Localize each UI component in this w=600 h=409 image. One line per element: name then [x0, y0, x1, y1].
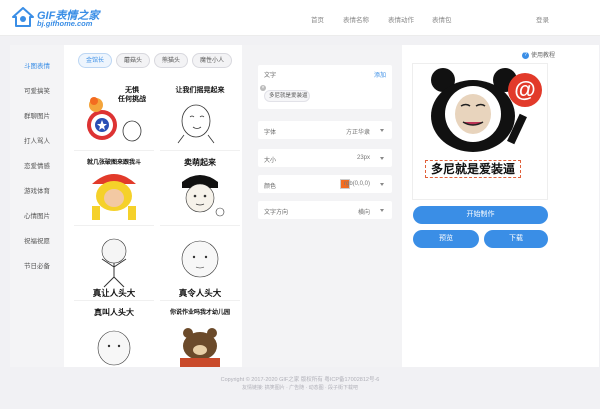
- chevron-down-icon[interactable]: [380, 157, 384, 160]
- color-label: 颜色: [264, 184, 277, 190]
- tab-panda-head[interactable]: 熊猫头: [154, 53, 188, 68]
- template-grid: 无惧 任何挑战 让我们摇晃起来 就几张破图来跟我斗 卖萌起来 真让人头大 真令人…: [74, 79, 244, 367]
- meme-template-5[interactable]: 真让人头大: [74, 229, 154, 301]
- egg-head-meme-image: [97, 330, 131, 366]
- nav-home[interactable]: 首页: [311, 14, 324, 24]
- site-header: GIF表情之家 bj.gifhome.com 首页 表情名称 表情动作 表情包 …: [0, 0, 600, 36]
- meme-template-7[interactable]: 真叫人头大: [74, 304, 154, 367]
- help-icon: ?: [521, 51, 529, 59]
- meme-template-6[interactable]: 真令人头大: [160, 229, 240, 301]
- text-label: 文字: [264, 73, 277, 79]
- house-logo-icon: [12, 7, 34, 27]
- meme-template-4[interactable]: 卖萌起来: [160, 154, 240, 226]
- color-row: 颜色 rgb(0,0,0): [258, 175, 392, 193]
- bear-meme-image: [180, 328, 220, 367]
- text-input[interactable]: 多尼就是爱装逼: [264, 90, 310, 102]
- preview-caption[interactable]: 多尼就是爱装逼: [425, 160, 521, 178]
- tab-mushroom-head[interactable]: 蘑菇头: [116, 53, 150, 68]
- nav-expression-action[interactable]: 表情动作: [388, 14, 414, 24]
- category-item-hit-scold[interactable]: 打人骂人: [10, 135, 64, 149]
- meme-template-1[interactable]: 无惧 任何挑战: [74, 79, 154, 151]
- help-link[interactable]: ? 使用教程: [521, 50, 555, 59]
- direction-label: 文字方向: [264, 210, 289, 216]
- chevron-down-icon[interactable]: [380, 183, 384, 186]
- font-row: 字体 方正华隶: [258, 121, 392, 139]
- editor-panel: 文字 添加 × 多尼就是爱装逼 字体 方正华隶 大小 23px 颜色 rgb(0…: [242, 45, 402, 367]
- category-item-holiday[interactable]: 节日必备: [10, 260, 64, 274]
- size-row: 大小 23px: [258, 149, 392, 167]
- main-content: 斗图表情 可爱搞笑 群聊图片 打人骂人 恋爱情感 游戏体育 心情图片 祝福祝愿 …: [10, 45, 599, 367]
- preview-button[interactable]: 预览: [413, 230, 479, 248]
- meme-caption-sub: 任何挑战: [118, 96, 146, 103]
- site-logo[interactable]: GIF表情之家 bj.gifhome.com: [12, 5, 112, 31]
- size-select[interactable]: 23px: [357, 155, 370, 161]
- footer-links[interactable]: 友情链接: 搞笑图片 · 广告随 · 动态图 · 段子街下载吧: [0, 384, 600, 391]
- nav-sticker-pack[interactable]: 表情包: [432, 14, 452, 24]
- category-item-blessing[interactable]: 祝福祝愿: [10, 235, 64, 249]
- help-link-label: 使用教程: [530, 53, 555, 59]
- login-link[interactable]: 登录: [536, 14, 549, 24]
- meme-template-2[interactable]: 让我们摇晃起来: [160, 79, 240, 151]
- color-value[interactable]: rgb(0,0,0): [344, 181, 370, 187]
- meme-template-8[interactable]: 你说作业吗我才幼儿园: [160, 304, 240, 367]
- chevron-down-icon[interactable]: [380, 209, 384, 212]
- chevron-down-icon[interactable]: [380, 129, 384, 132]
- meme-caption: 让我们摇晃起来: [175, 87, 225, 94]
- category-item-doutu[interactable]: 斗图表情: [10, 60, 64, 74]
- font-label: 字体: [264, 130, 277, 136]
- hat-kid-meme-image: [92, 174, 136, 220]
- size-label: 大小: [264, 158, 277, 164]
- text-box: 文字 添加 × 多尼就是爱装逼: [258, 65, 392, 109]
- meme-template-3[interactable]: 就几张破图来跟我斗: [74, 154, 154, 226]
- direction-select[interactable]: 横向: [358, 207, 370, 216]
- panda-meme-preview-image: @: [431, 68, 542, 152]
- svg-text:@: @: [514, 77, 535, 102]
- direction-row: 文字方向 横向: [258, 201, 392, 219]
- download-button[interactable]: 下载: [484, 230, 548, 248]
- meme-caption: 真让人头大: [92, 288, 136, 298]
- preview-panel: ? 使用教程 @ 多尼就是爱装逼 开始制作 预览 下载: [402, 45, 599, 367]
- add-text-link[interactable]: 添加: [374, 70, 386, 79]
- meme-preview: @ 多尼就是爱装逼: [412, 63, 548, 200]
- category-item-group-chat[interactable]: 群聊图片: [10, 110, 64, 124]
- remove-text-icon[interactable]: ×: [260, 85, 266, 91]
- black-hat-guy-meme-image: [182, 175, 225, 217]
- footer-copyright: Copyright © 2017-2020 GIF之家 版权所有 粤ICP备17…: [220, 377, 380, 383]
- category-item-love[interactable]: 恋爱情感: [10, 160, 64, 174]
- nav-expression-name[interactable]: 表情名称: [343, 14, 369, 24]
- tab-jin-guanzhang[interactable]: 金馆长: [78, 53, 112, 68]
- category-sidebar: 斗图表情 可爱搞笑 群聊图片 打人骂人 恋爱情感 游戏体育 心情图片 祝福祝愿 …: [10, 45, 64, 367]
- meme-caption: 真令人头大: [178, 288, 222, 298]
- logo-url: bj.gifhome.com: [37, 19, 93, 28]
- category-item-games-sports[interactable]: 游戏体育: [10, 185, 64, 199]
- font-select[interactable]: 方正华隶: [346, 127, 370, 136]
- category-item-mood[interactable]: 心情图片: [10, 210, 64, 224]
- tab-magic-stickman[interactable]: 魔性小人: [192, 53, 232, 68]
- category-item-cute-funny[interactable]: 可爱搞笑: [10, 85, 64, 99]
- start-make-button[interactable]: 开始制作: [413, 206, 548, 224]
